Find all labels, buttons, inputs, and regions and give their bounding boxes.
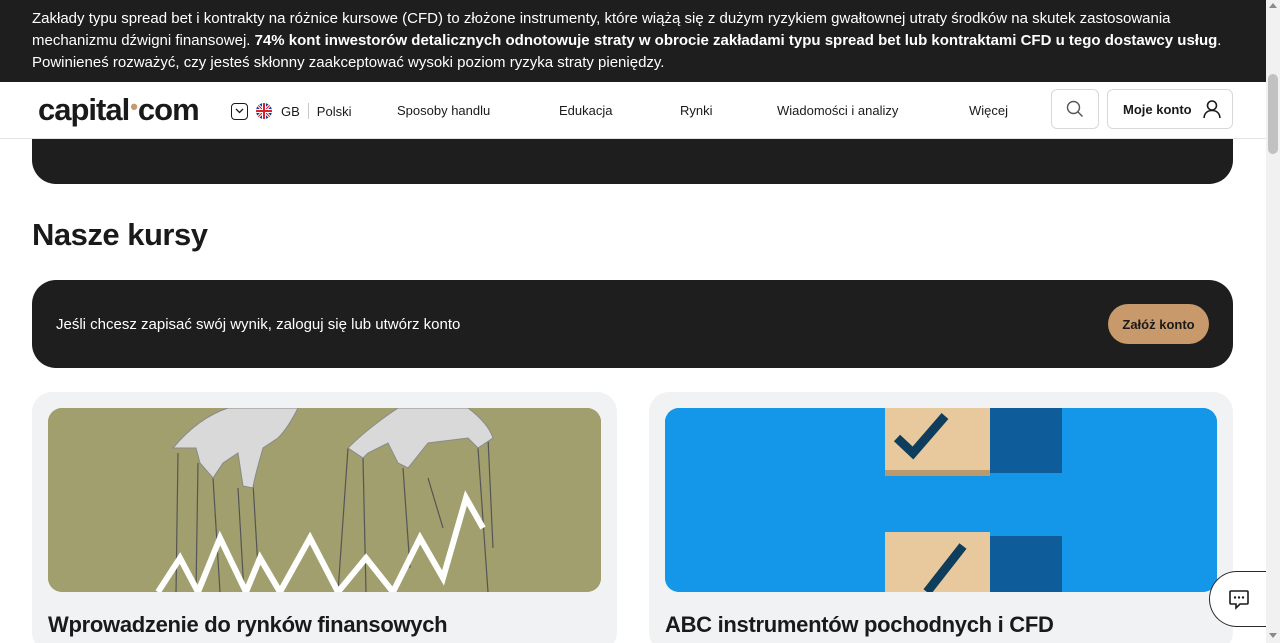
language-label: Polski	[316, 103, 352, 119]
save-progress-text: Jeśli chcesz zapisać swój wynik, zaloguj…	[56, 315, 461, 333]
divider	[307, 103, 309, 119]
section-title: Nasze kursy	[32, 217, 208, 252]
save-progress-banner: Jeśli chcesz zapisać swój wynik, zaloguj…	[32, 280, 1233, 368]
risk-text-bold: 74% kont inwestorów detalicznych odnotow…	[254, 32, 1218, 49]
chat-button[interactable]	[1209, 571, 1267, 627]
nav-markets[interactable]: Rynki	[680, 103, 713, 118]
previous-section-bottom	[32, 139, 1233, 184]
logo-text-left: capital	[38, 92, 130, 127]
nav-trading-methods[interactable]: Sposoby handlu	[397, 103, 490, 118]
logo-text-right: com	[137, 92, 200, 127]
region-language-selector[interactable]: GB Polski	[231, 102, 351, 120]
page-scrollbar[interactable]	[1266, 0, 1280, 643]
course-title[interactable]: Wprowadzenie do rynków finansowych	[48, 612, 448, 638]
my-account-button[interactable]: Moje konto	[1107, 89, 1233, 129]
puppet-hands-image	[48, 408, 601, 592]
chevron-down-icon[interactable]	[231, 102, 248, 120]
create-account-button[interactable]: Załóż konto	[1108, 304, 1209, 344]
checkbox-image	[665, 408, 1217, 592]
site-header: capital•com GB Polski Sposoby handlu Edu…	[0, 82, 1266, 139]
chat-icon	[1228, 590, 1249, 610]
scroll-down-arrow[interactable]	[1269, 633, 1277, 638]
user-icon	[1202, 100, 1221, 119]
nav-more[interactable]: Więcej	[969, 103, 1008, 118]
risk-warning-banner: Zakłady typu spread bet i kontrakty na r…	[0, 0, 1266, 82]
nav-news-analysis[interactable]: Wiadomości i analizy	[777, 103, 898, 118]
course-card-derivatives-cfd[interactable]: ABC instrumentów pochodnych i CFD	[649, 392, 1233, 643]
logo-dot: •	[130, 94, 138, 119]
course-title[interactable]: ABC instrumentów pochodnych i CFD	[665, 612, 1054, 638]
course-card-financial-markets[interactable]: Wprowadzenie do rynków finansowych	[32, 392, 617, 643]
capital-logo[interactable]: capital•com	[38, 92, 200, 128]
region-code: GB	[281, 103, 300, 119]
scrollbar-thumb[interactable]	[1268, 74, 1278, 154]
scroll-up-arrow[interactable]	[1269, 3, 1277, 8]
search-icon	[1066, 100, 1083, 117]
uk-flag-icon	[256, 103, 272, 119]
search-button[interactable]	[1051, 89, 1099, 129]
account-label: Moje konto	[1123, 101, 1192, 117]
nav-education[interactable]: Edukacja	[559, 103, 612, 118]
